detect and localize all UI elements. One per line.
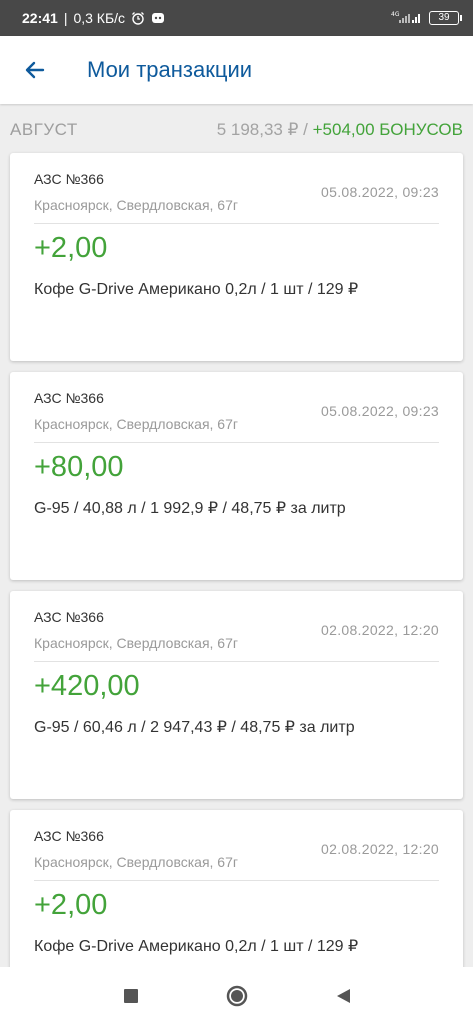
circle-icon bbox=[226, 985, 247, 1006]
station-name: АЗС №366 bbox=[34, 171, 104, 187]
transaction-detail: Кофе G-Drive Американо 0,2л / 1 шт / 129… bbox=[34, 938, 359, 955]
bonus-amount: +420,00 bbox=[34, 670, 140, 702]
alarm-icon bbox=[131, 11, 145, 25]
divider bbox=[34, 880, 439, 881]
station-name: АЗС №366 bbox=[34, 828, 104, 844]
app-bar: Мои транзакции bbox=[0, 36, 473, 104]
back-nav-button[interactable] bbox=[331, 984, 355, 1008]
page-title: Мои транзакции bbox=[87, 57, 253, 82]
bonus-amount: +80,00 bbox=[34, 451, 124, 483]
month-bonus-total: +504,00 БОНУСОВ bbox=[312, 120, 463, 139]
month-total-amount: 5 198,33 ₽ / bbox=[216, 120, 308, 139]
month-summary: АВГУСТ 5 198,33 ₽ / +504,00 БОНУСОВ bbox=[0, 115, 473, 145]
transaction-card[interactable]: АЗС №366 Красноярск, Свердловская, 67г 0… bbox=[10, 372, 463, 580]
battery-icon: 39 bbox=[429, 11, 462, 25]
transaction-date: 05.08.2022, 09:23 bbox=[321, 184, 439, 200]
station-address: Красноярск, Свердловская, 67г bbox=[34, 197, 238, 213]
station-address: Красноярск, Свердловская, 67г bbox=[34, 416, 238, 432]
transaction-detail: Кофе G-Drive Американо 0,2л / 1 шт / 129… bbox=[34, 281, 359, 298]
home-button[interactable] bbox=[225, 984, 249, 1008]
transaction-date: 02.08.2022, 12:20 bbox=[321, 841, 439, 857]
month-totals: 5 198,33 ₽ / +504,00 БОНУСОВ bbox=[217, 120, 463, 140]
back-button[interactable] bbox=[13, 48, 57, 92]
station-address: Красноярск, Свердловская, 67г bbox=[34, 854, 238, 870]
transaction-detail: G-95 / 60,46 л / 2 947,43 ₽ / 48,75 ₽ за… bbox=[34, 719, 355, 736]
triangle-left-icon bbox=[336, 988, 350, 1003]
bonus-amount: +2,00 bbox=[34, 232, 108, 264]
app-notification-icon bbox=[151, 11, 165, 25]
transaction-date: 05.08.2022, 09:23 bbox=[321, 403, 439, 419]
month-label: АВГУСТ bbox=[10, 120, 78, 139]
station-name: АЗС №366 bbox=[34, 609, 104, 625]
status-bar: 22:41 | 0,3 КБ/с 4G 39 bbox=[0, 0, 473, 36]
status-time: 22:41 bbox=[22, 10, 58, 26]
status-speed: 0,3 КБ/с bbox=[73, 10, 126, 26]
divider bbox=[34, 661, 439, 662]
station-address: Красноярск, Свердловская, 67г bbox=[34, 635, 238, 651]
signal-icon: 4G bbox=[391, 10, 421, 27]
recents-button[interactable] bbox=[119, 984, 143, 1008]
bonus-amount: +2,00 bbox=[34, 889, 108, 921]
arrow-left-icon bbox=[25, 61, 45, 79]
transaction-date: 02.08.2022, 12:20 bbox=[321, 622, 439, 638]
transaction-detail: G-95 / 40,88 л / 1 992,9 ₽ / 48,75 ₽ за … bbox=[34, 500, 346, 517]
transaction-card[interactable]: АЗС №366 Красноярск, Свердловская, 67г 0… bbox=[10, 591, 463, 799]
transaction-card[interactable]: АЗС №366 Красноярск, Свердловская, 67г 0… bbox=[10, 153, 463, 361]
divider bbox=[34, 442, 439, 443]
square-icon bbox=[123, 988, 138, 1003]
network-type: 4G bbox=[391, 11, 400, 18]
status-separator: | bbox=[63, 10, 68, 26]
system-nav-bar bbox=[0, 967, 473, 1024]
divider bbox=[34, 223, 439, 224]
station-name: АЗС №366 bbox=[34, 390, 104, 406]
